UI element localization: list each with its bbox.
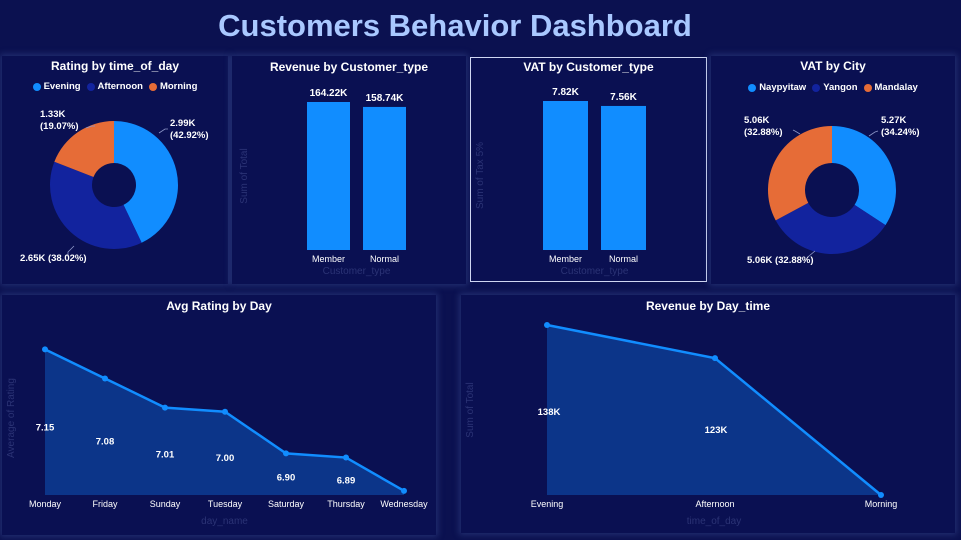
point-data-label: 123K — [705, 425, 728, 436]
data-point — [401, 487, 407, 494]
data-point — [544, 322, 550, 328]
y-axis-title: Sum of Total — [465, 382, 476, 437]
x-tick-label: Normal — [609, 254, 638, 264]
area-chart: Evening 138K Afternoon 123K Morning time_of_d… — [465, 322, 898, 527]
dashboard-title: Customers Behavior Dashboard — [218, 8, 692, 43]
bar — [363, 106, 406, 250]
y-axis-title: Average of Rating — [6, 378, 17, 458]
donut-chart: 2.99K(42.92%) 2.65K (38.02%) 1.33K(19.07%) — [20, 109, 209, 264]
x-tick-label: Thursday — [327, 499, 365, 509]
bar — [601, 105, 646, 250]
x-tick-label: Monday — [29, 499, 62, 509]
data-point — [42, 346, 48, 353]
point-data-label: 7.01 — [156, 450, 175, 461]
x-tick-label: Sunday — [150, 499, 181, 509]
x-axis-title: Customer_type — [561, 266, 629, 277]
slice-leader-line — [868, 130, 879, 137]
x-tick-label: Member — [549, 254, 582, 264]
slice-data-label: 5.06K (32.88%) — [747, 255, 814, 266]
data-point — [712, 355, 718, 362]
panel-revenue-by-daytime[interactable]: Revenue by Day_time Evening 138K Afternoon… — [461, 295, 955, 533]
x-tick-label: Normal — [370, 254, 399, 264]
panel-rating-by-time[interactable]: Rating by time_of_day Evening Afternoon … — [2, 56, 228, 284]
slice-leader-line — [792, 129, 801, 135]
point-data-label: 6.89 — [337, 476, 356, 487]
x-tick-label: Morning — [865, 499, 898, 509]
slice-data-label: (32.88%) — [744, 127, 783, 138]
x-tick-label: Wednesday — [380, 499, 428, 509]
data-point — [878, 492, 884, 498]
slice-data-label: 1.33K — [40, 109, 65, 120]
bar-data-label: 164.22K — [310, 88, 349, 99]
area-fill — [547, 325, 881, 495]
bar-chart: 7.82K Member 7.56K Normal Customer_type Sum o… — [475, 87, 646, 277]
slice-data-label: (19.07%) — [40, 121, 79, 132]
bar — [307, 102, 350, 250]
slice-leader-line — [158, 128, 168, 134]
x-axis-title: time_of_day — [687, 516, 741, 527]
bar-chart: 164.22K Member 158.74K Normal Customer_type S… — [239, 88, 406, 277]
slice-data-label: (42.92%) — [170, 130, 209, 141]
data-point — [162, 404, 168, 411]
point-data-label: 7.15 — [36, 422, 55, 433]
panel-vat-by-city[interactable]: VAT by City Naypyitaw Yangon Mandalay 5.… — [711, 56, 955, 284]
x-axis-title: day_name — [201, 516, 248, 527]
slice-data-label: 2.65K (38.02%) — [20, 253, 87, 264]
area-chart: Monday 7.15 Friday 7.08 Sunday 7.01 Tuesday 7.0… — [6, 346, 428, 527]
point-data-label: 7.00 — [216, 453, 235, 464]
slice-data-label: 2.99K — [170, 118, 195, 129]
slice-data-label: 5.27K — [881, 115, 906, 126]
donut-chart: 5.27K(34.24%) 5.06K (32.88%) 5.06K(32.88%) — [744, 115, 920, 266]
data-point — [343, 454, 349, 461]
bar-data-label: 7.56K — [610, 92, 637, 103]
x-tick-label: Evening — [531, 499, 564, 509]
data-point — [102, 375, 108, 382]
point-data-label: 7.08 — [96, 436, 115, 447]
data-point — [222, 408, 228, 415]
panel-vat-by-customer[interactable]: VAT by Customer_type 7.82K Member 7.56K Nor… — [470, 57, 707, 282]
x-tick-label: Saturday — [268, 499, 305, 509]
x-tick-label: Friday — [92, 499, 118, 509]
y-axis-title: Sum of Total — [239, 148, 250, 203]
x-axis-title: Customer_type — [323, 266, 391, 277]
panel-revenue-by-customer[interactable]: Revenue by Customer_type 164.22K Member 15… — [232, 56, 466, 284]
donut-slice — [832, 126, 896, 226]
panel-avg-rating-by-day[interactable]: Avg Rating by Day Monday 7.15 Friday 7.08 Su… — [2, 295, 436, 535]
y-axis-title: Sum of Tax 5% — [475, 142, 486, 209]
bar — [543, 101, 588, 250]
donut-slice — [768, 126, 832, 221]
x-tick-label: Afternoon — [695, 499, 734, 509]
bar-data-label: 158.74K — [366, 93, 405, 104]
x-tick-label: Tuesday — [208, 499, 243, 509]
bar-data-label: 7.82K — [552, 87, 579, 98]
area-fill — [45, 349, 404, 495]
data-point — [283, 450, 289, 457]
x-tick-label: Member — [312, 254, 345, 264]
point-data-label: 138K — [538, 407, 561, 418]
point-data-label: 6.90 — [277, 472, 296, 483]
slice-data-label: (34.24%) — [881, 127, 920, 138]
slice-data-label: 5.06K — [744, 115, 769, 126]
